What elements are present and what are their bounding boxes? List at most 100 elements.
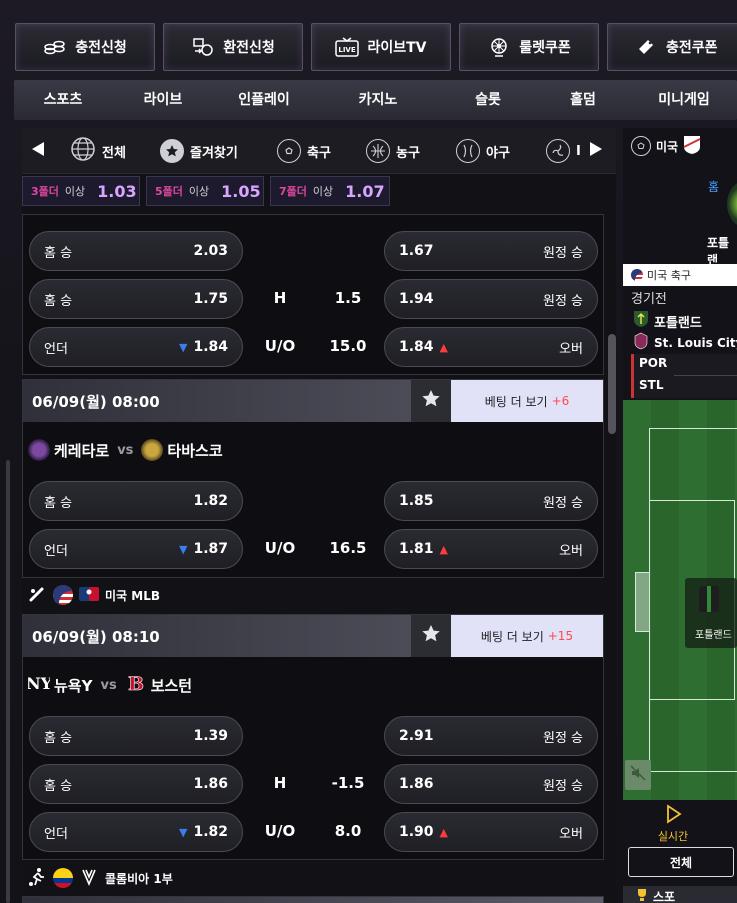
team2-row: St. Louis City [633,332,737,353]
exchange-icon [191,36,215,58]
live-toggle[interactable]: 실시간 [653,804,693,844]
live-toggle-label: 실시간 [657,830,689,843]
scroll-right-arrow-icon[interactable] [590,142,602,156]
under-odd: 1.82 [193,824,228,840]
under-label: 언더 [44,543,68,559]
away-win-label: 원정 승 [542,245,583,261]
more-bets-count: +6 [551,394,570,408]
over-odd: 1.84 [399,339,434,355]
st-louis-logo-icon [633,332,649,353]
favorite-star-button[interactable] [411,615,451,657]
sport-all-label: 전체 [102,145,126,161]
uo-line: 8.0 [334,822,362,840]
sports-section-label: 스포 [653,889,676,903]
mute-button[interactable] [625,760,651,790]
match-list: 홈 승 2.03 1.67 원정 승 홈 승 1.75 H 1.5 1.94 원… [22,214,604,903]
under-odds-button[interactable]: 언더 ▼ 1.87 [29,529,243,569]
home-win-odds-button[interactable]: 홈 승 1.39 [29,716,243,756]
sport-filter-soccer[interactable]: 축구 [277,137,331,165]
nav-slot[interactable]: 슬롯 [439,80,537,120]
sport-filter-baseball[interactable]: 야구 [456,137,510,165]
play-icon [663,804,683,828]
away-win-odds-button[interactable]: 1.67 원정 승 [384,231,598,271]
nav-holdem[interactable]: 홀덤 [534,80,632,120]
handicap-away-odd: 1.86 [399,776,434,792]
match-card: 06/09(월) 08:10 베팅 더 보기 +15 NY 뉴욕Y vs B 보… [22,614,604,860]
folder-bonus-5-folds: 5폴더 [155,185,183,198]
handicap-away-odds-button[interactable]: 1.86 원정 승 [384,764,598,804]
live-tv-button[interactable]: LIVE 라이브TV [311,23,451,71]
handicap-home-odds-button[interactable]: 홈 승 1.86 [29,764,243,804]
away-win-odds-button[interactable]: 2.91 원정 승 [384,716,598,756]
over-label: 오버 [559,543,583,559]
away-win-odd: 1.67 [399,243,434,259]
over-odds-button[interactable]: 1.84 ▲ 오버 [384,327,598,367]
more-bets-button[interactable]: 베팅 더 보기 +6 [451,380,603,422]
handicap-home-odds-button[interactable]: 홈 승 1.75 [29,279,243,319]
away-win-label: 원정 승 [542,778,583,794]
team2-name: St. Louis City [654,335,737,350]
away-win-odd: 1.85 [399,493,434,509]
under-odd: 1.84 [193,339,228,355]
more-bets-button[interactable]: 베팅 더 보기 +15 [451,615,603,657]
odds-up-arrow-icon: ▲ [439,341,449,354]
over-odds-button[interactable]: 1.81 ▲ 오버 [384,529,598,569]
under-odds-button[interactable]: 언더 ▼ 1.84 [29,327,243,367]
colombia-flag-icon [53,868,73,888]
away-win-label: 원정 승 [542,495,583,511]
nav-casino[interactable]: 카지노 [329,80,427,120]
over-odds-button[interactable]: 1.90 ▲ 오버 [384,812,598,852]
sport-filter-basketball[interactable]: 농구 [366,137,420,165]
roulette-coupon-label: 룰렛쿠폰 [519,40,571,56]
sport-filter-favorites[interactable]: 즐겨찾기 [160,137,238,165]
team1-name: 포틀랜드 [654,315,702,331]
uo-line: 15.0 [329,337,367,355]
match-teams: NY 뉴욕Y vs B 보스턴 [26,671,192,699]
home-win-odds-button[interactable]: 홈 승 1.82 [29,481,243,521]
live-panel-home-label: 홈 [708,180,720,194]
all-button[interactable]: 전체 [628,847,734,877]
folder-bonus-3[interactable]: 3폴더 이상 1.03 [22,176,140,206]
folder-bonus-7[interactable]: 7폴더 이상 1.07 [270,176,390,206]
svg-text:B: B [128,673,144,694]
team-crest-icon [727,180,737,228]
mls-logo-icon [683,135,701,158]
mlb-logo-icon [79,586,99,604]
charge-coupon-button[interactable]: 충전쿠폰 [607,23,737,71]
vs-label: vs [100,677,117,693]
basketball-icon [366,139,390,163]
jersey-icon [699,586,719,612]
league-header[interactable]: 콜롬비아 1부 [27,866,173,890]
home-win-odds-button[interactable]: 홈 승 2.03 [29,231,243,271]
nav-sports[interactable]: 스포츠 [14,80,112,120]
nav-live[interactable]: 라이브 [114,80,212,120]
folder-bonus-5-value: 1.05 [221,181,261,201]
nav-minigame[interactable]: 미니게임 [634,80,734,120]
deposit-request-button[interactable]: 충전신청 [15,23,155,71]
page-scrollbar[interactable] [6,460,10,903]
handicap-type-label: H [273,289,287,307]
over-odd: 1.90 [399,824,434,840]
handicap-away-odds-button[interactable]: 1.94 원정 승 [384,279,598,319]
scroll-left-arrow-icon[interactable] [32,142,44,156]
roulette-coupon-button[interactable]: 룰렛쿠폰 [459,23,599,71]
league-header[interactable]: 미국 MLB [27,583,160,607]
away-win-odds-button[interactable]: 1.85 원정 승 [384,481,598,521]
under-odds-button[interactable]: 언더 ▼ 1.82 [29,812,243,852]
league-tag-label: 미국 축구 [647,269,691,282]
top-action-bar: 충전신청 환전신청 LIVE 라이브TV 룰렛쿠폰 충전쿠폰 [0,0,737,76]
withdraw-request-button[interactable]: 환전신청 [163,23,303,71]
league-tag[interactable]: 미국 축구 [623,264,737,286]
folder-bonus-7-value: 1.07 [345,181,385,201]
odds-up-arrow-icon: ▲ [439,826,449,839]
svg-text:LIVE: LIVE [339,46,356,54]
away-win-odd: 2.91 [399,728,434,744]
sport-filter-all[interactable]: 전체 [70,137,126,165]
favorite-star-button[interactable] [411,380,451,422]
nav-inplay[interactable]: 인플레이 [214,80,314,120]
team1-row: 포틀랜드 [633,310,702,332]
list-scrollbar[interactable] [608,334,616,434]
sports-section-tab[interactable]: 스포 [623,886,737,903]
sport-filter-volleyball[interactable]: I [546,137,581,165]
folder-bonus-5[interactable]: 5폴더 이상 1.05 [146,176,264,206]
